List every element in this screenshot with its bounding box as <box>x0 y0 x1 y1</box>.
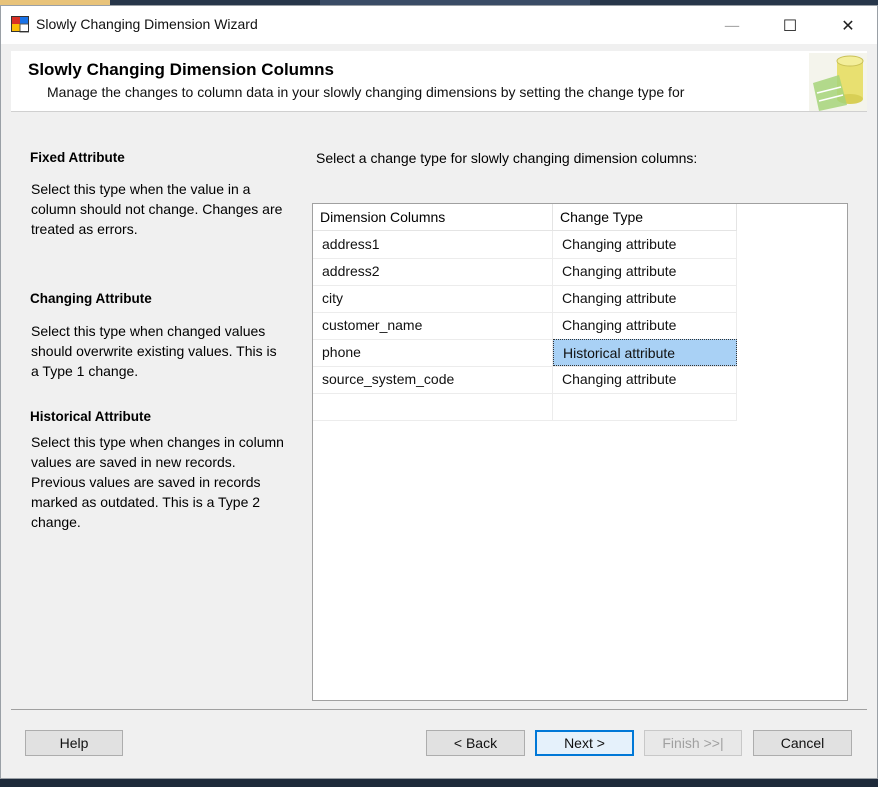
minimize-button[interactable]: — <box>703 6 761 44</box>
grid-header: Dimension Columns Change Type <box>313 204 737 231</box>
column-header-change-type[interactable]: Change Type <box>553 204 737 230</box>
change-type-cell-selected[interactable]: Historical attribute <box>553 339 737 366</box>
page-subtitle: Manage the changes to column data in you… <box>47 84 685 100</box>
table-row-empty[interactable] <box>313 393 737 421</box>
app-icon <box>11 16 29 33</box>
dimension-column-cell[interactable]: customer_name <box>313 312 553 339</box>
changing-attribute-title: Changing Attribute <box>30 291 152 306</box>
table-row[interactable]: city Changing attribute <box>313 285 737 313</box>
back-button[interactable]: < Back <box>426 730 525 756</box>
dimension-column-cell[interactable]: phone <box>313 339 553 366</box>
change-type-cell[interactable]: Changing attribute <box>553 285 737 312</box>
page-title: Slowly Changing Dimension Columns <box>28 60 335 79</box>
change-type-cell[interactable]: Changing attribute <box>553 258 737 285</box>
dimension-column-cell[interactable]: city <box>313 285 553 312</box>
column-header-dimension-columns[interactable]: Dimension Columns <box>313 204 553 230</box>
historical-attribute-title: Historical Attribute <box>30 409 152 424</box>
table-row[interactable]: address2 Changing attribute <box>313 258 737 286</box>
historical-attribute-description: Select this type when changes in column … <box>31 434 284 530</box>
close-button[interactable]: ✕ <box>819 6 877 44</box>
change-type-cell[interactable]: Changing attribute <box>553 366 737 393</box>
table-row[interactable]: phone Historical attribute <box>313 339 737 367</box>
wizard-header: Slowly Changing Dimension Columns Manage… <box>11 51 867 112</box>
dimension-column-cell[interactable]: address1 <box>313 231 553 258</box>
fixed-attribute-title: Fixed Attribute <box>30 150 125 165</box>
maximize-button[interactable]: ☐ <box>761 6 819 44</box>
change-type-cell[interactable] <box>553 393 737 420</box>
dimension-column-cell[interactable]: source_system_code <box>313 366 553 393</box>
changing-attribute-description: Select this type when changed values sho… <box>31 323 277 379</box>
title-bar[interactable]: Slowly Changing Dimension Wizard — ☐ ✕ <box>1 6 877 44</box>
fixed-attribute-description: Select this type when the value in a col… <box>31 181 283 237</box>
window-title: Slowly Changing Dimension Wizard <box>36 16 258 32</box>
background-strip-bottom <box>0 779 878 787</box>
change-type-cell[interactable]: Changing attribute <box>553 231 737 258</box>
instruction-text: Select a change type for slowly changing… <box>316 150 698 166</box>
next-button[interactable]: Next > <box>535 730 634 756</box>
table-row[interactable]: customer_name Changing attribute <box>313 312 737 340</box>
footer-divider <box>11 709 867 710</box>
change-type-cell[interactable]: Changing attribute <box>553 312 737 339</box>
table-row[interactable]: source_system_code Changing attribute <box>313 366 737 394</box>
finish-button[interactable]: Finish >>| <box>644 730 742 756</box>
dimension-columns-grid[interactable]: Dimension Columns Change Type address1 C… <box>312 203 848 701</box>
help-button[interactable]: Help <box>25 730 123 756</box>
cancel-button[interactable]: Cancel <box>753 730 852 756</box>
dimension-column-cell[interactable] <box>313 393 553 420</box>
wizard-window: Slowly Changing Dimension Wizard — ☐ ✕ S… <box>0 5 878 779</box>
database-graphic-icon <box>809 53 867 111</box>
dimension-column-cell[interactable]: address2 <box>313 258 553 285</box>
table-row[interactable]: address1 Changing attribute <box>313 231 737 259</box>
